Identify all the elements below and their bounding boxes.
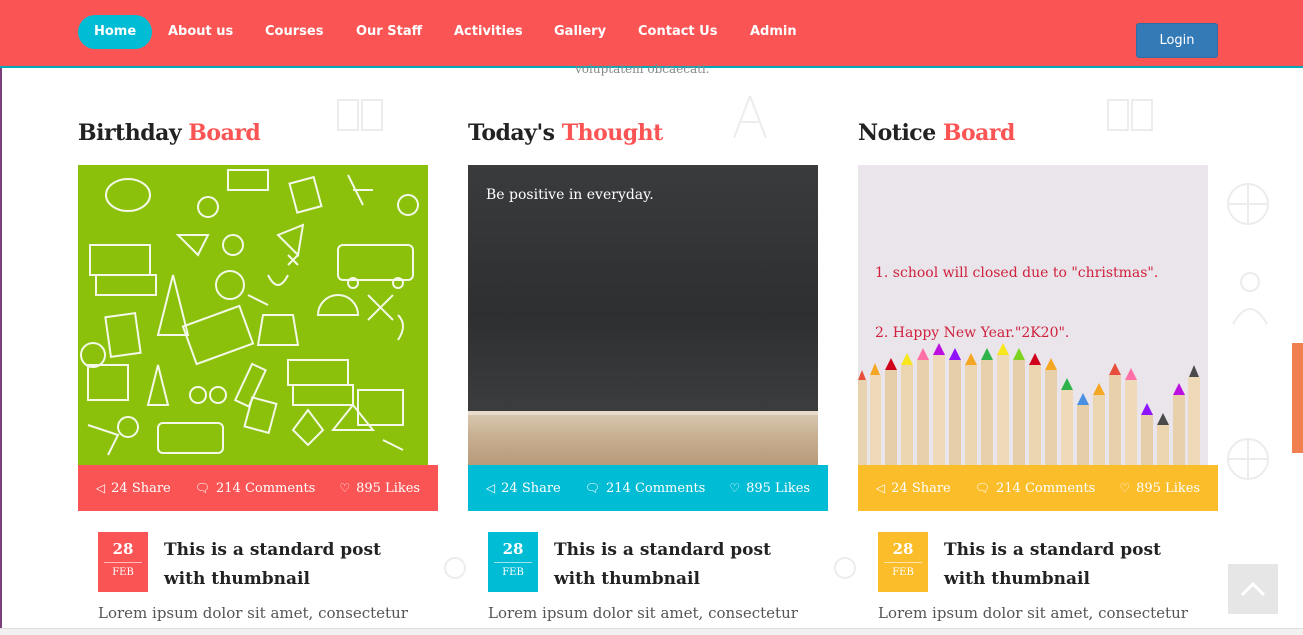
comments-link[interactable]: 🗨 214 Comments — [975, 481, 1096, 496]
date-month: FEB — [112, 567, 134, 578]
comments-link[interactable]: 🗨 214 Comments — [585, 481, 706, 496]
thought-text: Be positive in everyday. — [486, 187, 654, 203]
globe-icon — [1227, 438, 1269, 480]
share-count: 24 Share — [891, 480, 951, 496]
share-icon: ◁ — [875, 481, 886, 495]
post-excerpt: Lorem ipsum dolor sit amet, consectetur — [98, 604, 408, 622]
scroll-indicator — [1292, 343, 1303, 453]
likes-link[interactable]: ♡ 895 Likes — [1119, 481, 1200, 496]
share-icon: ◁ — [485, 481, 496, 495]
gear-icon — [834, 557, 856, 579]
post-title-link[interactable]: This is a standard post with thumbnail — [554, 536, 794, 594]
wooden-shelf — [468, 413, 818, 465]
nav-item-activities[interactable]: Activities — [454, 15, 523, 49]
date-badge: 28 FEB — [98, 532, 148, 592]
likes-link[interactable]: ♡ 895 Likes — [729, 481, 810, 496]
birthday-board-section: Birthday Board ◁ 24 Share 🗨 214 Comments… — [78, 120, 438, 635]
shelf-edge — [468, 411, 818, 415]
social-stats-bar: ◁ 24 Share 🗨 214 Comments ♡ 895 Likes — [78, 465, 438, 511]
share-link[interactable]: ◁ 24 Share — [96, 481, 171, 496]
chevron-up-icon — [1240, 581, 1266, 597]
nav-item-about-us[interactable]: About us — [168, 15, 233, 49]
share-link[interactable]: ◁ 24 Share — [486, 481, 561, 496]
nav-item-our-staff[interactable]: Our Staff — [356, 15, 422, 49]
likes-count: 895 Likes — [1136, 480, 1201, 496]
title-accent: Board — [942, 120, 1016, 146]
date-day: 28 — [104, 532, 142, 563]
comments-count: 214 Comments — [216, 480, 316, 496]
comments-link[interactable]: 🗨 214 Comments — [195, 481, 316, 496]
title-main: Notice — [858, 120, 936, 146]
date-day: 28 — [494, 532, 532, 563]
title-accent: Board — [188, 120, 261, 146]
person-icon — [1232, 272, 1268, 325]
share-link[interactable]: ◁ 24 Share — [876, 481, 951, 496]
post-title-link[interactable]: This is a standard post with thumbnail — [944, 536, 1184, 594]
chalkboard-image: Be positive in everyday. — [468, 165, 818, 465]
social-stats-bar: ◁ 24 Share 🗨 214 Comments ♡ 895 Likes — [858, 465, 1218, 511]
nav-item-contact-us[interactable]: Contact Us — [638, 15, 717, 49]
date-day: 28 — [884, 532, 922, 563]
globe-icon — [1227, 183, 1269, 225]
post-excerpt: Lorem ipsum dolor sit amet, consectetur — [878, 604, 1188, 622]
login-button[interactable]: Login — [1136, 23, 1218, 58]
section-title: Birthday Board — [78, 120, 438, 160]
title-main: Birthday — [78, 120, 182, 146]
title-accent: Thought — [561, 120, 664, 146]
horizontal-scrollbar[interactable] — [0, 628, 1303, 635]
likes-count: 895 Likes — [356, 480, 421, 496]
nav-item-gallery[interactable]: Gallery — [554, 15, 606, 49]
heart-icon: ♡ — [1119, 481, 1131, 495]
nav-item-courses[interactable]: Courses — [265, 15, 323, 49]
comment-icon: 🗨 — [974, 481, 990, 495]
scroll-to-top-button[interactable] — [1228, 564, 1278, 614]
top-navbar: Home About us Courses Our Staff Activiti… — [0, 0, 1303, 68]
share-count: 24 Share — [501, 480, 561, 496]
title-main: Today's — [468, 120, 555, 146]
notice-board-section: Notice Board 1. school will closed due t… — [858, 120, 1218, 635]
birthday-board-image — [78, 165, 428, 465]
partially-hidden-text: voluptatem obcaecati. — [575, 62, 710, 76]
comments-count: 214 Comments — [606, 480, 706, 496]
nav-item-admin[interactable]: Admin — [750, 15, 797, 49]
comments-count: 214 Comments — [996, 480, 1096, 496]
date-month: FEB — [502, 567, 524, 578]
nav-item-home[interactable]: Home — [78, 15, 153, 49]
doodle-illustration — [80, 169, 419, 456]
gear-icon — [444, 557, 466, 579]
share-icon: ◁ — [95, 481, 106, 495]
section-title: Notice Board — [858, 120, 1218, 160]
date-month: FEB — [892, 567, 914, 578]
date-badge: 28 FEB — [488, 532, 538, 592]
post-excerpt: Lorem ipsum dolor sit amet, consectetur — [488, 604, 798, 622]
comment-icon: 🗨 — [584, 481, 600, 495]
heart-icon: ♡ — [729, 481, 741, 495]
post-title-link[interactable]: This is a standard post with thumbnail — [164, 536, 404, 594]
heart-icon: ♡ — [339, 481, 351, 495]
likes-count: 895 Likes — [746, 480, 811, 496]
share-count: 24 Share — [111, 480, 171, 496]
notice-board-image: 1. school will closed due to "christmas"… — [858, 165, 1208, 465]
comment-icon: 🗨 — [194, 481, 210, 495]
pencils-illustration — [858, 343, 1200, 465]
todays-thought-section: Today's Thought Be positive in everyday.… — [468, 120, 828, 635]
social-stats-bar: ◁ 24 Share 🗨 214 Comments ♡ 895 Likes — [468, 465, 828, 511]
date-badge: 28 FEB — [878, 532, 928, 592]
section-title: Today's Thought — [468, 120, 828, 160]
likes-link[interactable]: ♡ 895 Likes — [339, 481, 420, 496]
